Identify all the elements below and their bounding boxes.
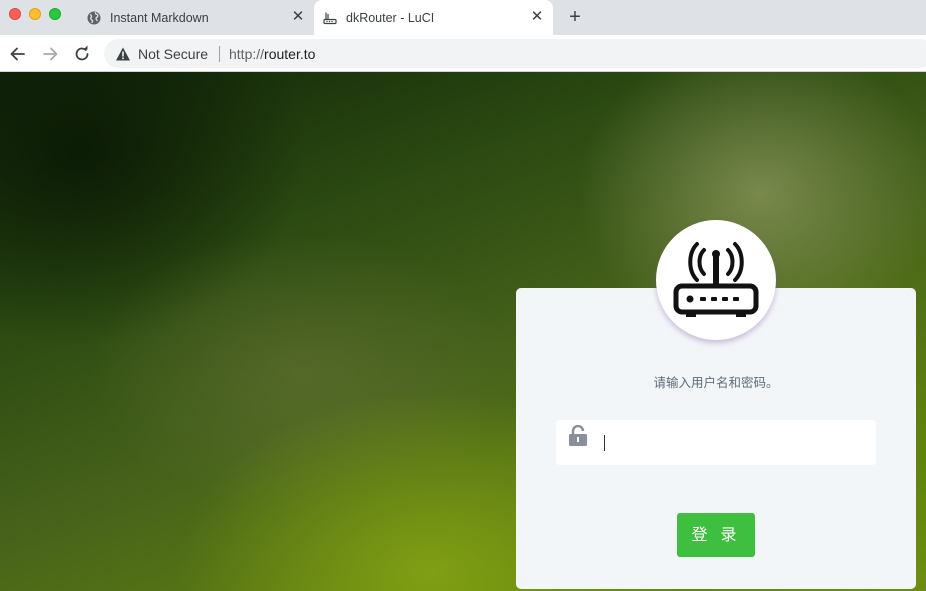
url-text[interactable]: http://router.to bbox=[229, 46, 315, 62]
tab-title: dkRouter - LuCI bbox=[346, 11, 435, 25]
password-field[interactable] bbox=[556, 420, 876, 465]
close-tab-icon[interactable]: ✕ bbox=[529, 9, 545, 25]
tab-strip: Instant Markdown ✕ dkRouter - LuCI ✕ + bbox=[0, 0, 926, 35]
warning-icon[interactable] bbox=[115, 46, 131, 62]
unlock-icon bbox=[569, 425, 587, 446]
forward-arrow-icon[interactable] bbox=[40, 44, 60, 64]
router-icon bbox=[323, 12, 337, 25]
address-divider bbox=[219, 46, 220, 62]
back-arrow-icon[interactable] bbox=[8, 44, 28, 64]
close-tab-icon[interactable]: ✕ bbox=[290, 9, 306, 25]
minimize-window-button[interactable] bbox=[29, 8, 41, 20]
tab-title: Instant Markdown bbox=[110, 11, 209, 25]
zoom-window-button[interactable] bbox=[49, 8, 61, 20]
globe-icon bbox=[87, 11, 101, 25]
address-bar[interactable]: Not Secure http://router.to bbox=[104, 39, 926, 68]
tab-dkrouter-luci[interactable]: dkRouter - LuCI ✕ bbox=[314, 0, 553, 35]
close-window-button[interactable] bbox=[9, 8, 21, 20]
new-tab-button[interactable]: + bbox=[565, 6, 585, 28]
login-button[interactable]: 登 录 bbox=[677, 513, 755, 557]
security-status[interactable]: Not Secure bbox=[138, 46, 208, 62]
url-scheme: http:// bbox=[229, 46, 265, 62]
browser-toolbar: Not Secure http://router.to bbox=[0, 35, 926, 72]
password-input[interactable] bbox=[600, 420, 870, 465]
reload-icon[interactable] bbox=[72, 44, 92, 64]
login-hint: 请输入用户名和密码。 bbox=[653, 376, 779, 390]
url-host: router.to bbox=[264, 46, 316, 62]
login-page-background: 请输入用户名和密码。 登 录 bbox=[0, 72, 926, 591]
router-logo bbox=[656, 220, 776, 340]
router-icon bbox=[673, 242, 759, 317]
tab-instant-markdown[interactable]: Instant Markdown ✕ bbox=[78, 0, 314, 35]
